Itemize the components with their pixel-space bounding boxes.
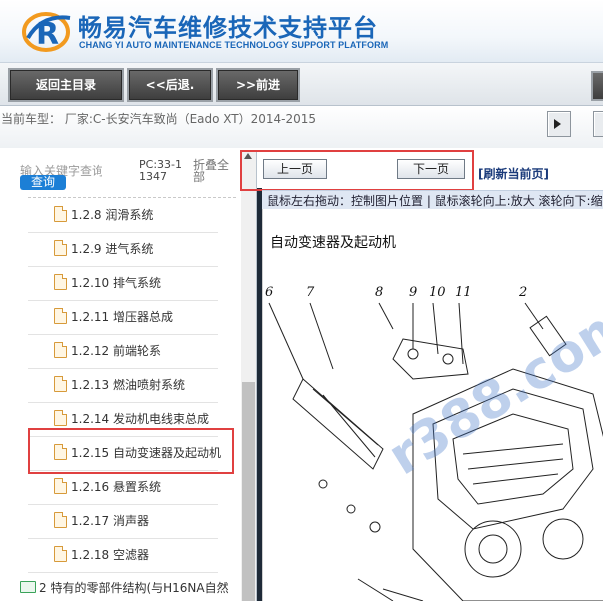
document-icon (54, 410, 67, 426)
tree-item[interactable]: 1.2.18 空滤器 (28, 538, 218, 573)
mouse-hint-bar: 鼠标左右拖动：控制图片位置 | 鼠标滚轮向上:放大 滚轮向下:缩 (262, 190, 603, 210)
pager-bar: 上一页 下一页 [刷新当前页] (257, 150, 603, 188)
tree-item-label: 1.2.16 悬置系统 (71, 480, 161, 494)
forward-button[interactable]: >>前进 (216, 68, 300, 102)
folder-icon (20, 581, 36, 593)
tree-item-label: 1.2.10 排气系统 (71, 276, 161, 290)
app-header: R 畅易汽车维修技术支持平台 CHANG YI AUTO MAINTENANCE… (0, 0, 603, 63)
search-button[interactable]: 查询 (20, 175, 66, 190)
back-button[interactable]: <<后退. (127, 68, 213, 102)
current-model-text: 当前车型： 厂家:C-长安汽车致尚（Eado XT）2014-2015 (1, 112, 317, 126)
tree-item[interactable]: 1.2.16 悬置系统 (28, 470, 218, 505)
prev-page-label: 上一页 (276, 162, 313, 176)
tree-item[interactable]: 1.2.10 排气系统 (28, 266, 218, 301)
document-icon (54, 206, 67, 222)
scroll-thumb[interactable] (242, 382, 255, 601)
tree-folder[interactable]: 2 特有的零部件结构(与H16NA自然 (20, 578, 242, 598)
collapse-all-button[interactable]: 折叠全部 (193, 159, 233, 183)
exploded-view-drawing (268, 302, 603, 601)
app-subtitle: CHANG YI AUTO MAINTENANCE TECHNOLOGY SUP… (79, 40, 389, 50)
main-toolbar: 返回主目录 <<后退. >>前进 (0, 63, 603, 106)
tree-item[interactable]: 1.2.9 进气系统 (28, 232, 218, 267)
catalog-sidebar: 输入关键字查询 查询 PC:33-11347 折叠全部 1.2.8 润滑系统 1… (0, 150, 257, 601)
brand-logo-icon: R (22, 12, 71, 52)
document-icon (54, 342, 67, 358)
mouse-hint-text: 鼠标左右拖动：控制图片位置 | 鼠标滚轮向上:放大 滚轮向下:缩 (267, 194, 603, 208)
next-page-button[interactable]: 下一页 (397, 159, 465, 179)
play-arrow-button[interactable] (547, 111, 571, 137)
play-arrow-icon (554, 119, 561, 129)
toolbar-overflow-button[interactable] (591, 71, 603, 101)
tree-item[interactable]: 1.2.14 发动机电线束总成 (28, 402, 218, 437)
tree-item-selected[interactable]: 1.2.15 自动变速器及起动机 (28, 436, 221, 471)
app-title: 畅易汽车维修技术支持平台 (78, 14, 378, 42)
document-icon (54, 240, 67, 256)
diagram-viewer[interactable]: 自动变速器及起动机 6 7 8 9 10 11 2 r388.com (262, 209, 603, 601)
next-page-label: 下一页 (412, 162, 449, 176)
document-icon (54, 512, 67, 528)
tree-item[interactable]: 1.2.8 润滑系统 (28, 198, 218, 233)
tree-item[interactable]: 1.2.11 增压器总成 (28, 300, 218, 335)
document-icon (54, 274, 67, 290)
tree-item[interactable]: 1.2.13 燃油喷射系统 (28, 368, 218, 403)
home-button[interactable]: 返回主目录 (8, 68, 124, 102)
document-icon (54, 308, 67, 324)
tree-item-label: 1.2.17 消声器 (71, 514, 149, 528)
tree-item-label: 1.2.13 燃油喷射系统 (71, 378, 185, 392)
model-bar: 当前车型： 厂家:C-长安汽车致尚（Eado XT）2014-2015 (0, 106, 603, 148)
document-icon (54, 376, 67, 392)
tree-item-label: 1.2.8 润滑系统 (71, 208, 154, 222)
panel-toggle-button[interactable] (593, 111, 603, 137)
logo-letter: R (36, 17, 59, 52)
tree-item[interactable]: 1.2.12 前端轮系 (28, 334, 218, 369)
tree-item-label: 1.2.11 增压器总成 (71, 310, 173, 324)
document-icon (54, 478, 67, 494)
prev-page-button[interactable]: 上一页 (263, 159, 327, 179)
tree-folder-label: 2 特有的零部件结构(与H16NA自然 (39, 581, 229, 595)
tree-item-label: 1.2.15 自动变速器及起动机 (71, 446, 221, 460)
document-icon (54, 546, 67, 562)
scroll-up-arrow-icon[interactable] (244, 153, 252, 159)
tree-item-label: 1.2.18 空滤器 (71, 548, 149, 562)
tree-item[interactable]: 1.2.17 消声器 (28, 504, 218, 539)
sidebar-scrollbar[interactable] (241, 150, 256, 601)
tree-item-label: 1.2.9 进气系统 (71, 242, 154, 256)
refresh-page-link[interactable]: [刷新当前页] (478, 165, 549, 182)
tree-item-label: 1.2.14 发动机电线束总成 (71, 412, 209, 426)
tree-item-label: 1.2.12 前端轮系 (71, 344, 161, 358)
pc-code-label: PC:33-11347 (139, 158, 182, 183)
document-icon (54, 444, 67, 460)
